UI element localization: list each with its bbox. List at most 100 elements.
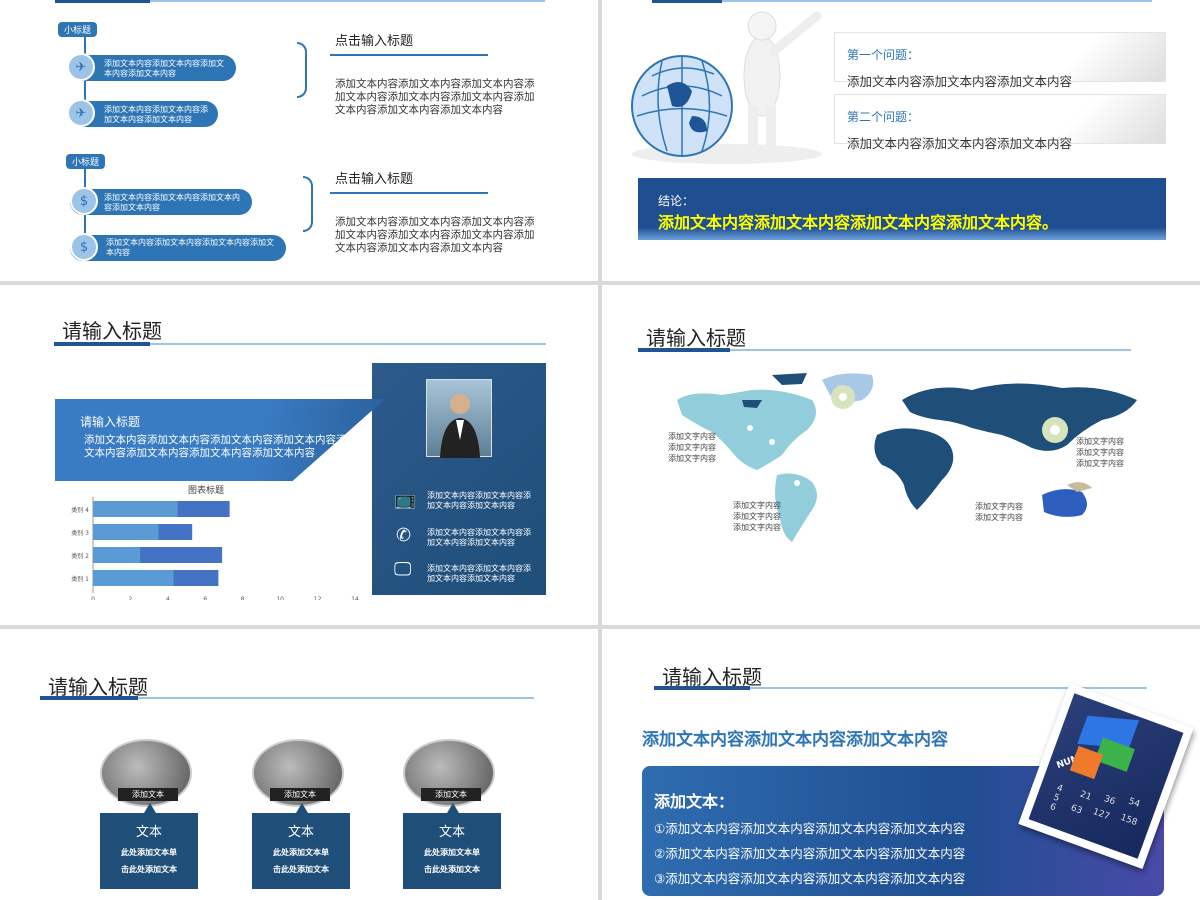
title-rule-accent bbox=[40, 696, 138, 700]
question-body: 添加文本内容添加文本内容添加文本内容 bbox=[847, 136, 1073, 151]
top-rule bbox=[652, 0, 1152, 2]
title-rule-accent bbox=[638, 348, 730, 352]
photo-caption: 添加文本 bbox=[118, 788, 178, 801]
bar-segment-series-2 bbox=[139, 547, 223, 563]
bar-segment-series-1 bbox=[93, 501, 178, 517]
card-title: 文本 bbox=[135, 825, 162, 840]
slide-3-chart-profile[interactable]: 请输入标题 请输入标题 添加文本内容添加文本内容添加文本内容添加文本内容添加文本… bbox=[0, 285, 598, 625]
box-line-3: ③添加文本内容添加文本内容添加文本内容添加文本内容 bbox=[654, 871, 966, 886]
photo-card: 添加文本 文本 此处添加文本单 击此处添加文本 bbox=[403, 739, 501, 889]
pointer-arrow bbox=[447, 803, 459, 813]
map-label-asia: 添加文字内容 添加文字内容 添加文字内容 bbox=[1076, 437, 1124, 468]
conclusion-label: 结论： bbox=[658, 194, 695, 208]
card-sub-2: 击此处添加文本 bbox=[273, 864, 329, 874]
timeline-item-text: 添加文本内容添加文本内容添加文本内容添加文本内容 bbox=[104, 193, 240, 212]
box-title: 添加文本： bbox=[654, 792, 735, 811]
conclusion-text: 添加文本内容添加文本内容添加文本内容添加文本内容。 bbox=[658, 213, 1059, 232]
heading-rule bbox=[330, 192, 488, 194]
question-title: 第一个问题： bbox=[847, 48, 920, 62]
band-title: 请输入标题 bbox=[80, 415, 141, 429]
bar-chart: 类别 4 类别 3 类别 2 类别 1 0 2 4 6 8 10 12 14 bbox=[71, 497, 359, 600]
globe-figure-illustration bbox=[631, 11, 822, 164]
top-rule-accent bbox=[55, 0, 150, 3]
x-tick-label: 14 bbox=[351, 596, 359, 600]
category-label: 类别 3 bbox=[71, 529, 89, 537]
x-tick-label: 10 bbox=[276, 596, 284, 600]
portrait-photo bbox=[426, 379, 492, 458]
pointer-arrow bbox=[296, 803, 308, 813]
timeline-item-text: 添加文本内容添加文本内容添加文本内容添加文本内容 bbox=[104, 105, 208, 124]
photo-card: 添加文本 文本 此处添加文本单 击此处添加文本 bbox=[100, 739, 198, 889]
box-line-2: ②添加文本内容添加文本内容添加文本内容添加文本内容 bbox=[654, 846, 966, 861]
phone-icon: ✆ bbox=[396, 525, 412, 546]
map-label-africa: 添加文字内容 添加文字内容 bbox=[975, 502, 1023, 522]
card-sub-2: 击此处添加文本 bbox=[424, 864, 480, 874]
section-body: 添加文本内容添加文本内容添加文本内容添加文本内容添加文本内容添加文本内容添加文本… bbox=[335, 216, 535, 254]
x-tick-label: 4 bbox=[166, 596, 170, 600]
photo-card: 添加文本 文本 此处添加文本单 击此处添加文本 bbox=[252, 739, 350, 889]
subtitle-tag: 小标题 bbox=[58, 22, 98, 37]
text-card: 文本 此处添加文本单 击此处添加文本 bbox=[403, 813, 501, 889]
x-tick-label: 6 bbox=[203, 596, 207, 600]
slide-1-timeline[interactable]: 小标题 添加文本内容添加文本内容添加文本内容添加文本内容 ✈ 添加文本内容添加文… bbox=[0, 0, 598, 281]
bar-segment-series-1 bbox=[93, 547, 140, 563]
text-card: 文本 此处添加文本单 击此处添加文本 bbox=[100, 813, 198, 889]
card-sub-1: 此处添加文本单 bbox=[121, 847, 177, 857]
photo-caption: 添加文本 bbox=[421, 788, 481, 801]
photo-caption: 添加文本 bbox=[270, 788, 330, 801]
x-tick-label: 8 bbox=[241, 596, 245, 600]
timeline-item: 添加文本内容添加文本内容添加文本内容添加文本内容 bbox=[70, 235, 286, 261]
category-label: 类别 4 bbox=[71, 506, 89, 514]
card-sub-1: 此处添加文本单 bbox=[424, 847, 480, 857]
category-label: 类别 2 bbox=[71, 552, 89, 560]
question-box-2: 第二个问题： 添加文本内容添加文本内容添加文本内容 bbox=[834, 94, 1166, 151]
slide-title: 请输入标题 bbox=[62, 319, 162, 343]
x-tick-label: 0 bbox=[91, 596, 95, 600]
band-body: 添加文本内容添加文本内容添加文本内容添加文本内容添加文本内容添加文本内容添加文本… bbox=[84, 434, 357, 459]
feature-text: 添加文本内容添加文本内容添加文本内容添加文本内容 bbox=[427, 491, 531, 510]
section-heading: 点击输入标题 bbox=[335, 172, 414, 187]
question-body: 添加文本内容添加文本内容添加文本内容 bbox=[847, 74, 1073, 89]
tv-icon: 📺 bbox=[394, 489, 417, 510]
map-label-americas-south: 添加文字内容 添加文字内容 添加文字内容 bbox=[733, 501, 781, 532]
question-title: 第二个问题： bbox=[847, 110, 920, 124]
dollar-doc-icon: $ bbox=[70, 233, 98, 261]
card-title: 文本 bbox=[287, 825, 314, 840]
brace-shape bbox=[303, 176, 313, 232]
pointer-arrow bbox=[144, 803, 156, 813]
top-rule-accent bbox=[652, 0, 722, 3]
category-label: 类别 1 bbox=[71, 575, 89, 583]
card-sub-1: 此处添加文本单 bbox=[273, 847, 329, 857]
bar-segment-series-1 bbox=[93, 570, 174, 586]
conclusion-banner: 结论： 添加文本内容添加文本内容添加文本内容添加文本内容。 bbox=[638, 178, 1166, 240]
text-card: 文本 此处添加文本单 击此处添加文本 bbox=[252, 813, 350, 889]
timeline-item-text: 添加文本内容添加文本内容添加文本内容添加文本内容 bbox=[106, 238, 274, 257]
slide-4-world-map[interactable]: 请输入标题 添加文字内容 添加文字内容 添加文字内容 添加文字内容 添加文字内容… bbox=[602, 285, 1200, 625]
section-body: 添加文本内容添加文本内容添加文本内容添加文本内容添加文本内容添加文本内容添加文本… bbox=[335, 78, 535, 116]
bar-segment-series-2 bbox=[177, 501, 230, 517]
slide-5-photo-cards[interactable]: 请输入标题 添加文本 文本 此处添加文本单 击此处添加文本 添加文本 文本 此处… bbox=[0, 629, 598, 900]
title-rule-accent bbox=[54, 342, 150, 346]
x-tick-label: 2 bbox=[129, 596, 133, 600]
timeline-item-text: 添加文本内容添加文本内容添加文本内容添加文本内容 bbox=[104, 59, 224, 78]
feature-text: 添加文本内容添加文本内容添加文本内容添加文本内容 bbox=[427, 528, 531, 547]
airplane-icon: ✈ bbox=[67, 99, 95, 127]
bar-segment-series-2 bbox=[173, 570, 219, 586]
bar-segment-series-1 bbox=[93, 524, 159, 540]
slide-2-questions[interactable]: 第一个问题： 添加文本内容添加文本内容添加文本内容 第二个问题： 添加文本内容添… bbox=[602, 0, 1200, 281]
heading-rule bbox=[330, 54, 488, 56]
dollar-doc-icon: $ bbox=[70, 187, 98, 215]
box-line-1: ①添加文本内容添加文本内容添加文本内容添加文本内容 bbox=[654, 821, 966, 836]
brace-shape bbox=[297, 42, 307, 98]
slide-6-text-box[interactable]: 请输入标题 添加文本内容添加文本内容添加文本内容 添加文本： ①添加文本内容添加… bbox=[602, 629, 1200, 900]
slide-title: 请输入标题 bbox=[646, 326, 746, 350]
title-rule-accent bbox=[654, 686, 750, 690]
question-box-1: 第一个问题： 添加文本内容添加文本内容添加文本内容 bbox=[834, 32, 1166, 89]
bar-segment-series-2 bbox=[158, 524, 193, 540]
subtitle: 添加文本内容添加文本内容添加文本内容 bbox=[642, 730, 948, 750]
feature-text: 添加文本内容添加文本内容添加文本内容添加文本内容 bbox=[427, 564, 531, 583]
card-sub-2: 击此处添加文本 bbox=[121, 864, 177, 874]
card-title: 文本 bbox=[438, 825, 465, 840]
section-heading: 点击输入标题 bbox=[335, 34, 414, 49]
airplane-icon: ✈ bbox=[67, 53, 95, 81]
